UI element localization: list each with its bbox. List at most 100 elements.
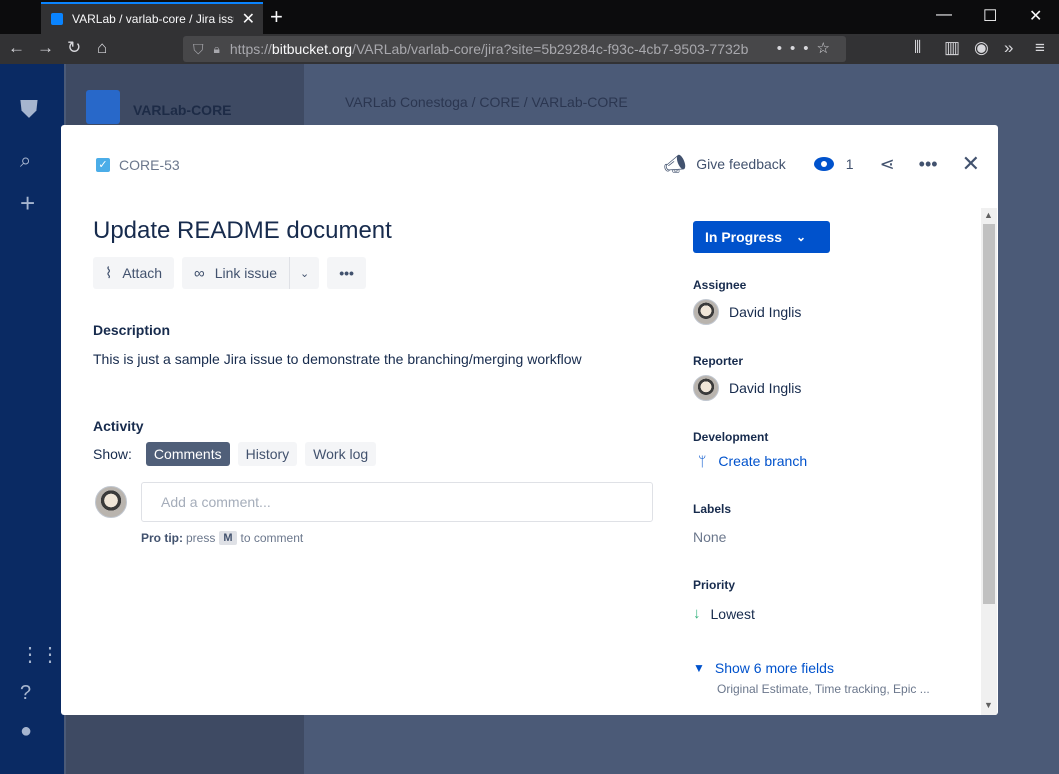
link-issue-dropdown-button[interactable]: ⌄ bbox=[289, 257, 320, 289]
project-name: VARLab-CORE bbox=[133, 102, 232, 118]
forward-icon[interactable]: → bbox=[37, 38, 54, 58]
watcher-count: 1 bbox=[845, 156, 854, 172]
ellipsis-icon: ••• bbox=[339, 265, 354, 281]
issue-action-buttons: ⌇ Attach ∞ Link issue ⌄ ••• bbox=[93, 257, 374, 289]
assignee-avatar bbox=[693, 299, 719, 325]
search-icon: ⌕ bbox=[20, 150, 32, 172]
maximize-icon[interactable]: ☐ bbox=[983, 6, 997, 26]
status-label: In Progress bbox=[705, 229, 783, 245]
megaphone-icon: 📣︎ bbox=[663, 153, 687, 174]
tab-work-log[interactable]: Work log bbox=[305, 442, 377, 466]
page-actions-icon[interactable]: •••☆ bbox=[777, 39, 838, 57]
give-feedback-label: Give feedback bbox=[696, 156, 786, 172]
tab-title: VARLab / varlab-core / Jira issue bbox=[72, 12, 234, 26]
new-tab-icon[interactable]: + bbox=[270, 4, 283, 30]
close-tab-icon[interactable]: ✕ bbox=[242, 9, 255, 29]
show-more-fields[interactable]: ▼ Show 6 more fields Original Estimate, … bbox=[693, 660, 930, 696]
protip-end: to comment bbox=[240, 531, 304, 545]
repo-logo bbox=[86, 90, 120, 124]
scrollbar[interactable]: ▲ ▼ bbox=[981, 208, 997, 715]
account-icon[interactable]: ◉ bbox=[974, 38, 989, 58]
scrollbar-thumb[interactable] bbox=[983, 224, 995, 604]
description-heading: Description bbox=[93, 322, 171, 338]
priority-value: Lowest bbox=[710, 605, 755, 622]
profile-icon: ● bbox=[20, 720, 33, 742]
reporter-name: David Inglis bbox=[729, 380, 802, 396]
create-icon: + bbox=[20, 188, 36, 218]
create-branch-link[interactable]: ᛘ Create branch bbox=[693, 453, 807, 469]
menu-icon[interactable]: ≡ bbox=[1035, 38, 1045, 58]
attach-label: Attach bbox=[122, 265, 163, 281]
issue-modal: ✓ CORE-53 📣︎ Give feedback 1 ⋖ ••• ✕ Upd… bbox=[61, 125, 998, 715]
overflow-chevron-icon[interactable]: » bbox=[1004, 38, 1013, 58]
url-text[interactable]: https://bitbucket.org/VARLab/varlab-core… bbox=[230, 41, 750, 57]
sidebar-icon[interactable]: ▥ bbox=[944, 38, 960, 58]
priority-label: Priority bbox=[693, 578, 736, 592]
browser-nav-bar: ← → ↻ ⌂ ⛉ 🔒︎ https://bitbucket.org/VARLa… bbox=[0, 34, 1059, 64]
reporter-field[interactable]: David Inglis bbox=[693, 375, 801, 401]
more-issue-actions-button[interactable]: ••• bbox=[327, 257, 366, 289]
breadcrumb: VARLab Conestoga / CORE / VARLab-CORE bbox=[345, 94, 628, 110]
tab-comments[interactable]: Comments bbox=[145, 442, 230, 466]
shield-icon[interactable]: ⛉ bbox=[193, 41, 204, 58]
home-icon[interactable]: ⌂ bbox=[97, 38, 107, 58]
chevron-down-icon: ⌄ bbox=[796, 230, 807, 244]
show-label: Show: bbox=[93, 446, 132, 462]
scroll-down-icon[interactable]: ▼ bbox=[984, 700, 993, 710]
more-actions-icon[interactable]: ••• bbox=[919, 154, 938, 175]
task-type-icon: ✓ bbox=[96, 158, 110, 172]
link-issue-button[interactable]: ∞ Link issue bbox=[182, 257, 289, 289]
scroll-up-icon[interactable]: ▲ bbox=[984, 210, 993, 220]
chevron-down-icon: ⌄ bbox=[300, 267, 310, 280]
close-modal-icon[interactable]: ✕ bbox=[962, 151, 980, 177]
development-label: Development bbox=[693, 430, 769, 444]
more-fields-hint: Original Estimate, Time tracking, Epic .… bbox=[717, 682, 930, 696]
activity-filter: Show: Comments History Work log bbox=[93, 442, 384, 466]
help-icon: ? bbox=[20, 682, 32, 704]
comment-protip: Pro tip: press M to comment bbox=[141, 531, 303, 545]
status-dropdown[interactable]: In Progress ⌄ bbox=[693, 221, 830, 253]
give-feedback-button[interactable]: 📣︎ Give feedback bbox=[663, 154, 785, 175]
priority-field[interactable]: ↓ Lowest bbox=[693, 605, 755, 622]
labels-value[interactable]: None bbox=[693, 529, 726, 545]
add-comment-input[interactable]: Add a comment... bbox=[141, 482, 653, 522]
bitbucket-favicon-icon bbox=[51, 13, 63, 25]
activity-heading: Activity bbox=[93, 418, 144, 434]
tab-history[interactable]: History bbox=[237, 442, 298, 466]
current-user-avatar bbox=[95, 486, 127, 518]
bitbucket-logo-icon: ⛊ bbox=[20, 96, 38, 123]
minimize-icon[interactable]: — bbox=[936, 6, 952, 24]
watch-button[interactable]: 1 bbox=[813, 156, 854, 172]
issue-title[interactable]: Update README document bbox=[93, 217, 392, 245]
address-bar[interactable]: ⛉ 🔒︎ https://bitbucket.org/VARLab/varlab… bbox=[183, 36, 846, 62]
reload-icon[interactable]: ↻ bbox=[67, 38, 81, 58]
library-icon[interactable]: ⫴ bbox=[914, 38, 921, 58]
reporter-avatar bbox=[693, 375, 719, 401]
issue-key-label[interactable]: CORE-53 bbox=[119, 157, 180, 173]
share-icon[interactable]: ⋖ bbox=[880, 154, 895, 175]
shortcut-key: M bbox=[219, 531, 237, 545]
attach-button[interactable]: ⌇ Attach bbox=[93, 257, 175, 289]
protip-press: press bbox=[186, 531, 216, 545]
modal-header-actions: 📣︎ Give feedback 1 ⋖ ••• ✕ bbox=[663, 151, 980, 177]
eye-icon bbox=[813, 157, 834, 171]
assignee-name: David Inglis bbox=[729, 304, 802, 320]
chevron-down-icon: ▼ bbox=[693, 661, 705, 675]
browser-tab[interactable]: VARLab / varlab-core / Jira issue ✕ bbox=[41, 2, 263, 34]
assignee-label: Assignee bbox=[693, 278, 747, 292]
lock-icon[interactable]: 🔒︎ bbox=[214, 42, 220, 57]
window-close-icon[interactable]: ✕ bbox=[1029, 6, 1042, 26]
labels-label: Labels bbox=[693, 502, 732, 516]
create-branch-label: Create branch bbox=[718, 453, 808, 469]
reporter-label: Reporter bbox=[693, 354, 744, 368]
issue-key[interactable]: ✓ CORE-53 bbox=[96, 157, 180, 173]
description-text[interactable]: This is just a sample Jira issue to demo… bbox=[93, 351, 582, 367]
paperclip-icon: ⌇ bbox=[105, 265, 113, 282]
link-icon: ∞ bbox=[194, 264, 205, 282]
show-more-label: Show 6 more fields bbox=[714, 660, 834, 676]
link-issue-label: Link issue bbox=[214, 265, 277, 281]
back-icon[interactable]: ← bbox=[8, 38, 25, 58]
assignee-field[interactable]: David Inglis bbox=[693, 299, 801, 325]
apps-icon: ⋮⋮ bbox=[20, 644, 60, 666]
link-issue-group: ∞ Link issue ⌄ bbox=[182, 257, 320, 289]
